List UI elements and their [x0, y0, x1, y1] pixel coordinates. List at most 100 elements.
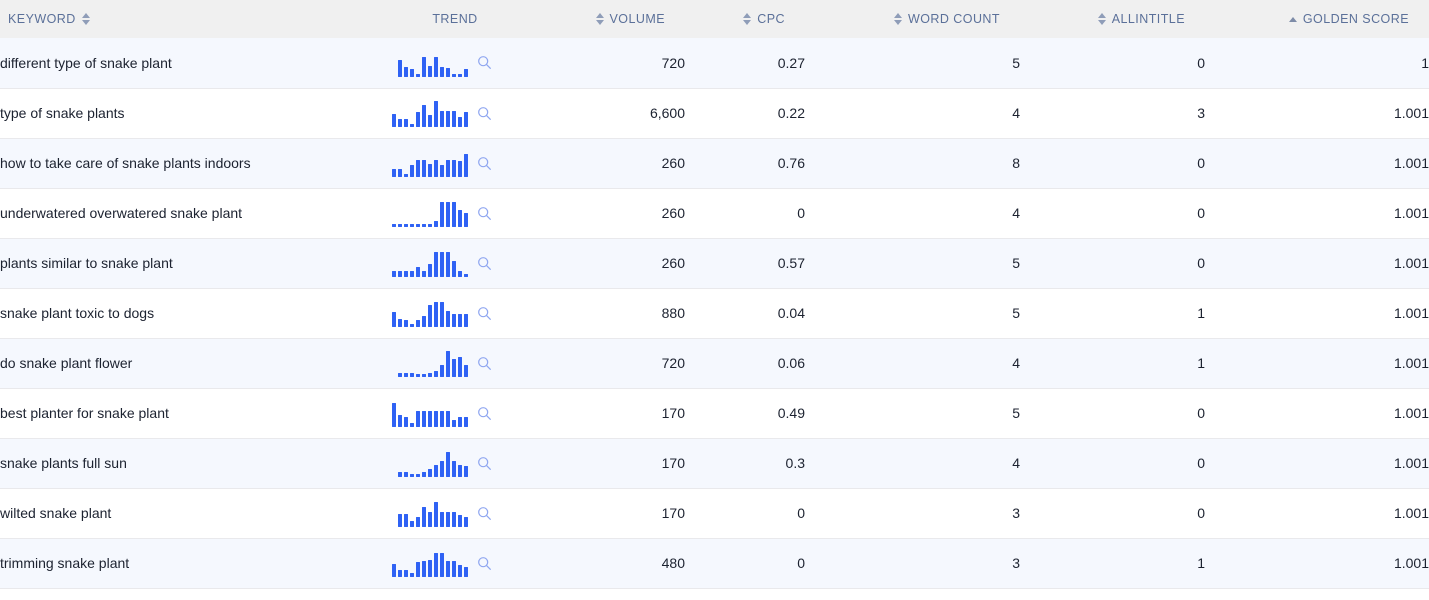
cell-keyword[interactable]: best planter for snake plant [0, 388, 400, 438]
trend-sparkline [398, 449, 468, 477]
cell-allintitle: 0 [1197, 455, 1205, 471]
cell-cpc: 0.27 [777, 54, 805, 71]
cell-keyword[interactable]: plants similar to snake plant [0, 238, 400, 288]
cell-trend [398, 488, 510, 538]
column-header-allintitle[interactable]: ALLINTITLE [1020, 0, 1205, 38]
table-row[interactable]: type of snake plants 6,600 0.22 4 3 1.001 [0, 88, 1429, 138]
column-header-golden-score[interactable]: GOLDEN SCORE [1205, 0, 1429, 38]
sparkline-bar [410, 124, 414, 127]
column-header-volume[interactable]: VOLUME [510, 0, 685, 38]
sparkline-bar [398, 271, 402, 277]
table-row[interactable]: wilted snake plant 170 0 3 0 1.001 [0, 488, 1429, 538]
sparkline-bar [434, 502, 438, 527]
column-header-word-count[interactable]: WORD COUNT [805, 0, 1020, 38]
sparkline-bar [434, 221, 438, 227]
cell-volume: 720 [661, 355, 685, 371]
cell-word-count: 4 [1012, 205, 1020, 221]
sort-both-icon-keyword[interactable] [81, 13, 90, 25]
sparkline-bar [428, 65, 432, 77]
search-magnifier-icon[interactable] [477, 556, 492, 571]
sparkline-bar [458, 357, 462, 377]
cell-volume: 880 [661, 305, 685, 321]
sparkline-bar [392, 169, 396, 177]
trend-sparkline [398, 349, 468, 377]
cell-keyword[interactable]: trimming snake plant [0, 538, 400, 588]
sparkline-bar [410, 373, 414, 377]
table-row[interactable]: how to take care of snake plants indoors… [0, 138, 1429, 188]
sort-both-icon-allintitle[interactable] [1097, 13, 1106, 25]
sparkline-bar [458, 417, 462, 427]
cell-keyword[interactable]: underwatered overwatered snake plant [0, 188, 400, 238]
sparkline-bar [446, 561, 450, 577]
trend-sparkline [392, 199, 468, 227]
table-row[interactable]: snake plants full sun 170 0.3 4 0 1.001 [0, 438, 1429, 488]
sparkline-bar [440, 165, 444, 177]
search-magnifier-icon[interactable] [477, 206, 492, 221]
sparkline-bar [446, 452, 450, 477]
search-magnifier-icon[interactable] [477, 506, 492, 521]
search-magnifier-icon[interactable] [477, 356, 492, 371]
sparkline-bar [458, 465, 462, 477]
sparkline-bar [446, 252, 450, 277]
sparkline-bar [416, 411, 420, 427]
cell-keyword[interactable]: different type of snake plant [0, 38, 400, 88]
sparkline-bar [446, 111, 450, 127]
table-row[interactable]: snake plant toxic to dogs 880 0.04 5 1 1.001 [0, 288, 1429, 338]
search-magnifier-icon[interactable] [477, 406, 492, 421]
sort-both-icon-word-count[interactable] [894, 13, 902, 25]
search-magnifier-icon[interactable] [477, 306, 492, 321]
cell-keyword[interactable]: snake plant toxic to dogs [0, 288, 400, 338]
cell-golden-score: 1.001 [1393, 155, 1429, 171]
sparkline-bar [452, 314, 456, 327]
column-header-keyword[interactable]: KEYWORD [0, 0, 400, 38]
trend-sparkline [392, 149, 468, 177]
sparkline-bar [398, 472, 402, 477]
sparkline-bar [464, 213, 468, 227]
cell-word-count: 5 [1012, 255, 1020, 271]
table-row[interactable]: do snake plant flower 720 0.06 4 1 1.001 [0, 338, 1429, 388]
search-magnifier-icon[interactable] [477, 106, 492, 121]
sparkline-bar [464, 365, 468, 377]
column-header-trend: TREND [400, 0, 510, 38]
sparkline-bar [404, 119, 408, 127]
cell-word-count: 4 [1012, 105, 1020, 121]
cell-golden-score: 1.001 [1393, 305, 1429, 321]
search-magnifier-icon[interactable] [477, 55, 492, 70]
sort-asc-icon-golden-score[interactable] [1288, 16, 1297, 22]
cell-keyword[interactable]: wilted snake plant [0, 488, 400, 538]
cell-keyword[interactable]: snake plants full sun [0, 438, 400, 488]
column-label-word-count: WORD COUNT [908, 12, 1000, 26]
table-row[interactable]: underwatered overwatered snake plant 260 0… [0, 188, 1429, 238]
cell-golden-score: 1.001 [1393, 205, 1429, 221]
sparkline-bar [392, 403, 396, 427]
sparkline-bar [422, 224, 426, 227]
trend-sparkline [398, 499, 468, 527]
table-row[interactable]: different type of snake plant 720 0.27 5 0 1 [0, 38, 1429, 88]
cell-keyword[interactable]: do snake plant flower [0, 338, 400, 388]
sparkline-bar [398, 570, 402, 577]
search-magnifier-icon[interactable] [477, 456, 492, 471]
table-row[interactable]: plants similar to snake plant 260 0.57 5 0 1.… [0, 238, 1429, 288]
sparkline-bar [404, 472, 408, 477]
column-header-cpc[interactable]: CPC [685, 0, 805, 38]
sparkline-bar [440, 66, 444, 77]
sparkline-bar [434, 101, 438, 127]
cell-golden-score: 1.001 [1393, 555, 1429, 571]
cell-allintitle: 0 [1197, 405, 1205, 421]
table-row[interactable]: trimming snake plant 480 0 3 1 1.001 [0, 538, 1429, 588]
cell-keyword[interactable]: type of snake plants [0, 88, 400, 138]
cell-keyword[interactable]: how to take care of snake plants indoors [0, 138, 400, 188]
sparkline-bar [416, 517, 420, 527]
sort-both-icon-cpc[interactable] [743, 13, 752, 25]
sparkline-bar [410, 271, 414, 277]
cell-trend [392, 138, 510, 188]
sparkline-bar [398, 169, 402, 177]
sparkline-bar [428, 373, 432, 377]
trend-sparkline [392, 249, 468, 277]
sparkline-bar [392, 114, 396, 127]
table-row[interactable]: best planter for snake plant 170 0.49 5 0 1.0… [0, 388, 1429, 438]
sort-both-icon-volume[interactable] [595, 13, 604, 25]
search-magnifier-icon[interactable] [477, 156, 492, 171]
search-magnifier-icon[interactable] [477, 256, 492, 271]
cell-word-count: 5 [1012, 405, 1020, 421]
